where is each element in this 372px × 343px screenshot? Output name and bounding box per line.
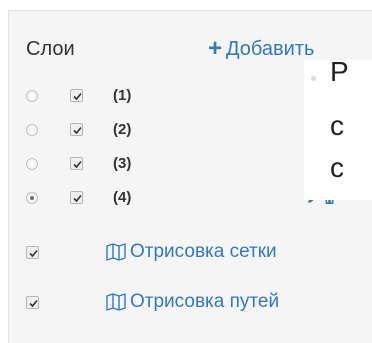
- grid-toggle-label: Отрисовка сетки: [130, 241, 277, 262]
- layer-active-radio[interactable]: [26, 158, 38, 170]
- layers-title: Слои: [26, 38, 75, 60]
- layer-active-radio[interactable]: [26, 192, 38, 204]
- grid-toggle-link[interactable]: Отрисовка сетки: [106, 241, 277, 263]
- layer-visible-checkbox[interactable]: [70, 89, 83, 102]
- layer-visible-checkbox[interactable]: [70, 123, 83, 136]
- grid-toggle-row: Отрисовка сетки: [26, 239, 356, 265]
- layer-active-radio[interactable]: [26, 90, 38, 102]
- map-icon: [106, 243, 126, 261]
- layer-name: (1): [113, 87, 132, 104]
- map-icon: [106, 293, 126, 311]
- grid-toggle-checkbox[interactable]: [26, 246, 39, 259]
- paths-toggle-checkbox[interactable]: [26, 296, 39, 309]
- tooltip-text-line: с: [330, 110, 344, 141]
- layer-visible-checkbox[interactable]: [70, 191, 83, 204]
- paths-toggle-row: Отрисовка путей: [26, 289, 356, 315]
- layer-visible-checkbox[interactable]: [70, 157, 83, 170]
- tooltip-pointer-dot: [311, 76, 316, 81]
- add-layer-label: Добавить: [226, 38, 315, 60]
- layer-name: (4): [113, 189, 132, 206]
- layer-name: (2): [113, 121, 132, 138]
- plus-icon: +: [208, 35, 223, 62]
- tooltip-text-line: с: [330, 152, 344, 183]
- layer-active-radio[interactable]: [26, 124, 38, 136]
- paths-toggle-label: Отрисовка путей: [130, 291, 280, 312]
- tooltip-text-line: Р: [330, 56, 349, 87]
- add-layer-button[interactable]: + Добавить: [208, 36, 314, 62]
- layer-name: (3): [113, 155, 132, 172]
- paths-toggle-link[interactable]: Отрисовка путей: [106, 291, 279, 313]
